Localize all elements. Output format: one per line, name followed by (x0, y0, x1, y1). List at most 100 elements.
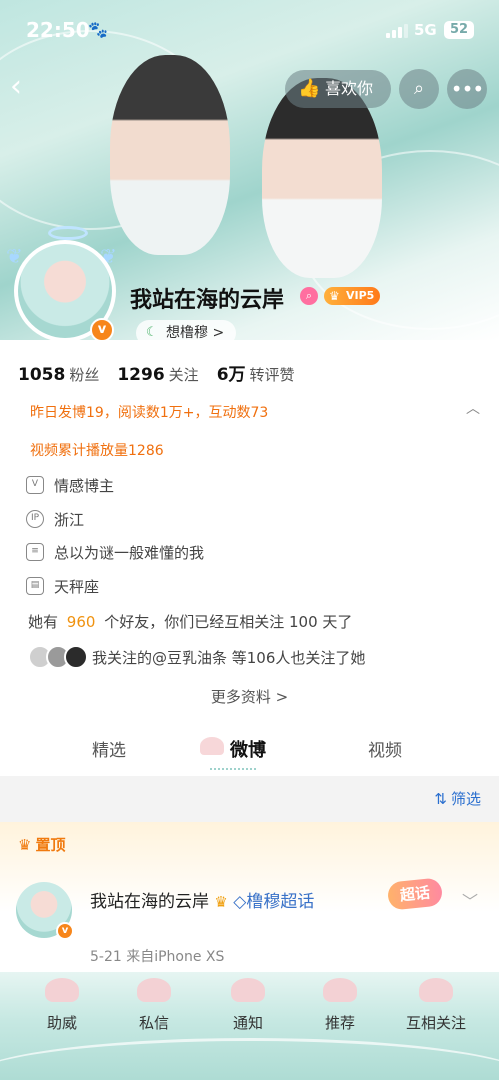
signal-icon (386, 22, 408, 38)
more-icon: ••• (450, 77, 484, 101)
bb-label: 推荐 (324, 1014, 355, 1032)
vip-label: VIP5 (346, 289, 375, 302)
topic-link[interactable]: ◇橹穆超话 (233, 892, 314, 912)
stat-value: 1296 (117, 365, 165, 385)
banner-figure-left (110, 55, 230, 255)
info-location: IP 浙江 (26, 507, 84, 531)
mutual-follow-text: 我关注的@豆乳油条 等106人也关注了她 (92, 648, 366, 667)
back-icon[interactable]: ‹ (10, 70, 40, 104)
friends-line: 她有 960 个好友，你们已经互相关注 100 天了 (28, 611, 352, 632)
mutual-avatars (28, 645, 88, 669)
bb-label: 私信 (138, 1014, 169, 1032)
shell-icon (419, 978, 453, 1002)
shell-icon (45, 978, 79, 1002)
bb-label: 互相关注 (405, 1014, 466, 1032)
crown-icon: ♛ (214, 893, 228, 911)
stat-label: 关注 (168, 366, 199, 384)
info-text: 情感博主 (54, 476, 115, 495)
bb-label: 通知 (232, 1014, 263, 1032)
topic-label: 橹穆超话 (246, 892, 315, 912)
friends-count: 960 (66, 613, 96, 631)
stat-value: 6万 (216, 365, 246, 385)
info-category: V 情感博主 (26, 473, 114, 497)
more-button[interactable]: ••• (447, 69, 487, 109)
notify-button[interactable]: 通知 (198, 972, 298, 1032)
search-icon: ⌕ (413, 78, 425, 99)
tab-weibo[interactable]: 微博 (230, 736, 266, 762)
shield-v-icon: V (26, 476, 44, 494)
search-button[interactable]: ⌕ (399, 69, 439, 109)
profile-stats: 1058 粉丝 1296 关注 6万 转评赞 (18, 360, 313, 386)
paw-icon: 🐾 (88, 20, 108, 39)
fan-tag-chip[interactable]: ☾ 想橹穆 > (136, 320, 237, 346)
info-text: 浙江 (54, 510, 85, 529)
tab-featured[interactable]: 精选 (92, 736, 126, 761)
crown-icon: ♛ (18, 836, 32, 854)
thumb-icon: 👍 (298, 78, 321, 99)
info-text: 总以为谜一般难懂的我 (54, 543, 205, 562)
stat-value: 1058 (18, 365, 66, 385)
post-author-line: 我站在海的云岸 ♛ ◇橹穆超话 (90, 888, 360, 916)
halo-decoration (48, 226, 88, 240)
mutual-follow-button[interactable]: 互相关注 (386, 972, 486, 1032)
shell-icon (231, 978, 265, 1002)
mutual-follow-line[interactable]: 我关注的@豆乳油条 等106人也关注了她 (28, 644, 365, 670)
status-bar: 22:50 🐾 5G 52 (0, 0, 499, 60)
shell-icon (323, 978, 357, 1002)
recommend-button[interactable]: 推荐 (290, 972, 390, 1032)
search-badge-icon[interactable]: ⌕ (300, 287, 318, 305)
friends-prefix: 她有 (28, 613, 59, 631)
verified-icon: v (56, 922, 74, 940)
fan-tag-label: 想橹穆 > (166, 325, 225, 341)
stat-followers[interactable]: 1058 粉丝 (18, 364, 99, 385)
battery-icon: 52 (444, 21, 474, 39)
filter-label: 筛选 (450, 790, 481, 808)
chevron-down-icon[interactable]: ﹀ (462, 888, 478, 912)
post-author[interactable]: 我站在海的云岸 (90, 892, 209, 912)
info-text: 天秤座 (54, 577, 100, 596)
stat-following[interactable]: 1296 关注 (117, 364, 198, 385)
video-play-count: 视频累计播放量1286 (30, 443, 164, 459)
vip-badge[interactable]: ♛ VIP5 (324, 287, 381, 305)
message-button[interactable]: 私信 (104, 972, 204, 1032)
stat-engagement[interactable]: 6万 转评赞 (217, 360, 295, 385)
filter-bar: ⇅ 筛选 (0, 776, 499, 822)
pinned-text: 置顶 (35, 836, 66, 854)
more-info-link[interactable]: 更多资料 > (0, 686, 499, 707)
crown-icon: ♛ (329, 289, 340, 303)
ip-icon: IP (26, 510, 44, 528)
banner-figure-right (262, 78, 382, 278)
verified-icon: v (90, 318, 114, 342)
stat-label: 粉丝 (69, 366, 100, 384)
bottom-action-bar: 助威 私信 通知 推荐 互相关注 (0, 972, 499, 1080)
info-constellation: ▤ 天秤座 (26, 574, 99, 598)
calendar-icon: ▤ (26, 577, 44, 595)
filter-icon: ⇅ (434, 790, 447, 808)
chaohua-badge[interactable]: 超话 (386, 877, 444, 911)
post-meta: 5-21 来自iPhone XS (90, 949, 225, 965)
document-icon: ≡ (26, 543, 44, 561)
moon-icon: ☾ (146, 325, 158, 340)
active-tab-indicator (210, 764, 256, 770)
network-label: 5G (414, 21, 437, 39)
filter-button[interactable]: ⇅ 筛选 (434, 788, 481, 809)
bottom-wave (0, 1038, 499, 1080)
profile-tabs: 精选 微博 视频 (0, 730, 499, 770)
bb-label: 助威 (46, 1014, 77, 1032)
friends-suffix: 个好友，你们已经互相关注 100 天了 (104, 613, 353, 631)
status-time: 22:50 (26, 18, 90, 42)
shell-icon (200, 737, 224, 755)
like-label: 喜欢你 (325, 79, 374, 98)
info-bio: ≡ 总以为谜一般难懂的我 (26, 540, 204, 564)
cheer-button[interactable]: 助威 (12, 972, 112, 1032)
activity-line: 昨日发博19，阅读数1万+，互动数73 (30, 405, 269, 421)
shell-icon (137, 978, 171, 1002)
collapse-icon[interactable]: ︿ (462, 398, 484, 420)
pinned-label: ♛ 置顶 (18, 834, 65, 855)
like-button[interactable]: 👍 喜欢你 (285, 70, 391, 108)
pinned-post[interactable]: ♛ 置顶 v 我站在海的云岸 ♛ ◇橹穆超话 5-21 来自iPhone XS 超… (0, 822, 499, 972)
avatar (64, 645, 88, 669)
tab-video[interactable]: 视频 (368, 736, 402, 761)
profile-name: 我站在海的云岸 (130, 288, 285, 313)
stat-label: 转评赞 (249, 366, 295, 384)
